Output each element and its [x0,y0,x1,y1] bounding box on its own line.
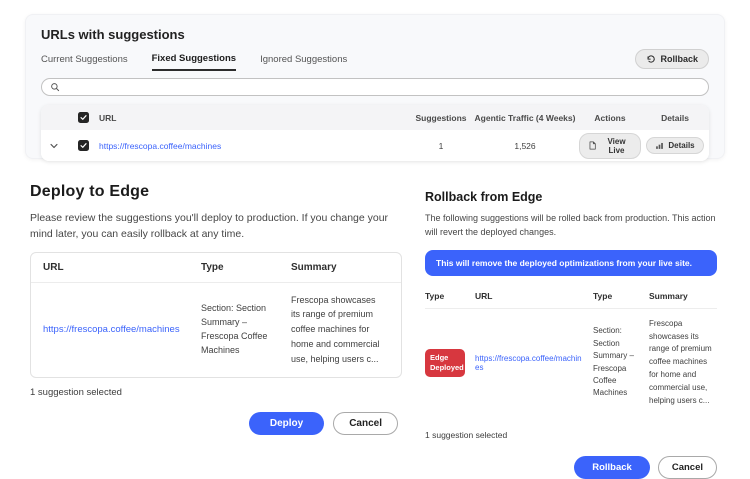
deploy-col-summary: Summary [291,262,401,273]
rollback-row-url-link[interactable]: https://frescopa.coffee/machines [475,354,582,372]
rollback-row-type: Section: Section Summary – Frescopa Coff… [593,325,649,399]
details-button[interactable]: Details [646,137,703,154]
row-checkbox[interactable] [78,140,89,151]
tab-ignored-suggestions[interactable]: Ignored Suggestions [260,54,347,70]
deploy-table: URL Type Summary https://frescopa.coffee… [30,252,402,378]
view-live-label: View Live [601,137,632,155]
deploy-description: Please review the suggestions you'll dep… [30,210,402,243]
suggestions-table: URL Suggestions Agentic Traffic (4 Weeks… [41,105,709,161]
deploy-row-url-link[interactable]: https://frescopa.coffee/machines [43,324,180,335]
preview-document-icon [588,141,597,150]
rollback-icon [646,54,656,64]
search-bar[interactable] [41,78,709,96]
rb-col-type: Type [593,291,649,301]
row-suggestions-count: 1 [411,141,471,151]
bar-chart-icon [655,141,664,150]
rollback-table-header: Type URL Type Summary [425,286,717,309]
deploy-selected-count: 1 suggestion selected [30,387,402,398]
deploy-row-type: Section: Section Summary – Frescopa Coff… [201,302,291,358]
deploy-row-summary: Frescopa showcases its range of premium … [291,293,391,367]
rollback-row-summary: Frescopa showcases its range of premium … [649,318,717,408]
rollback-warning-banner: This will remove the deployed optimizati… [425,250,717,276]
rb-col-url: URL [475,291,593,301]
rollback-cancel-button[interactable]: Cancel [658,456,717,479]
tabs-bar: Current Suggestions Fixed Suggestions Ig… [41,53,709,71]
edge-deployed-badge: Edge Deployed [425,349,465,377]
table-row: https://frescopa.coffee/machines 1 1,526… [41,130,709,161]
search-input[interactable] [65,82,700,92]
rb-col-summary: Summary [649,291,717,301]
rollback-button-label: Rollback [660,54,698,64]
search-icon [50,82,60,92]
col-header-actions: Actions [579,113,641,123]
rollback-button[interactable]: Rollback [574,456,650,479]
expand-chevron-down-icon[interactable] [41,141,67,151]
deploy-col-url: URL [43,262,201,273]
panel-title: URLs with suggestions [41,27,709,42]
urls-with-suggestions-panel: URLs with suggestions Current Suggestion… [25,14,725,159]
deploy-to-edge-panel: Deploy to Edge Please review the suggest… [30,183,402,435]
rollback-from-edge-panel: Rollback from Edge The following suggest… [425,190,717,479]
rollback-selected-count: 1 suggestion selected [425,430,717,440]
details-label: Details [668,141,694,150]
deploy-col-type: Type [201,262,291,273]
deploy-table-header: URL Type Summary [31,253,401,283]
deploy-button[interactable]: Deploy [249,412,324,435]
rollback-description: The following suggestions will be rolled… [425,212,717,240]
view-live-button[interactable]: View Live [579,133,641,159]
tab-fixed-suggestions[interactable]: Fixed Suggestions [152,53,236,71]
rb-col-status: Type [425,291,475,301]
col-header-suggestions: Suggestions [411,113,471,123]
rollback-title: Rollback from Edge [425,190,717,204]
deploy-title: Deploy to Edge [30,183,402,201]
deploy-cancel-button[interactable]: Cancel [333,412,398,435]
deploy-table-row: https://frescopa.coffee/machines Section… [31,283,401,377]
col-header-traffic: Agentic Traffic (4 Weeks) [471,113,579,123]
col-header-details: Details [641,113,709,123]
tab-current-suggestions[interactable]: Current Suggestions [41,54,128,70]
row-url-link[interactable]: https://frescopa.coffee/machines [99,141,221,151]
rollback-table-row: Edge Deployed https://frescopa.coffee/ma… [425,309,717,417]
row-traffic-value: 1,526 [471,141,579,151]
col-header-url: URL [99,113,411,123]
suggestions-table-header: URL Suggestions Agentic Traffic (4 Weeks… [41,105,709,130]
rollback-button-top[interactable]: Rollback [635,49,709,69]
select-all-checkbox[interactable] [78,112,89,123]
